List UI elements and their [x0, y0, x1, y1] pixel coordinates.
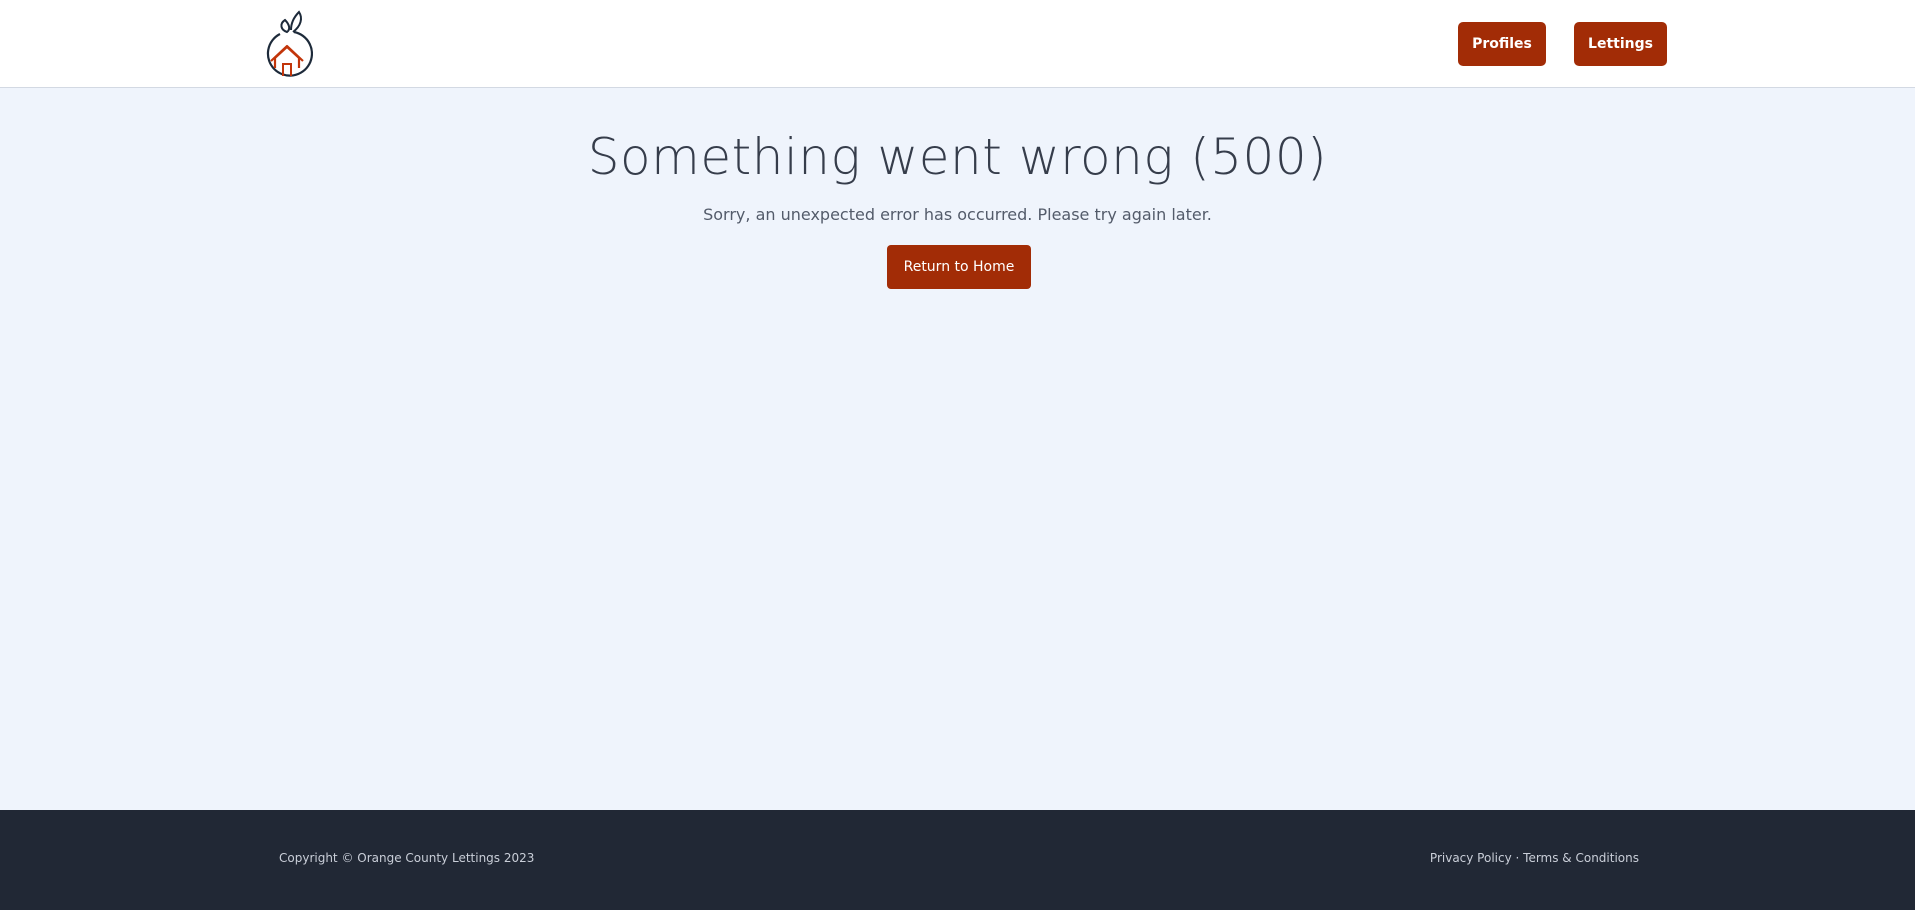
main-content: Something went wrong (500) Sorry, an une… [0, 88, 1915, 810]
footer-link-separator: · [1511, 851, 1524, 865]
profiles-nav-button[interactable]: Profiles [1458, 22, 1546, 66]
error-title: Something went wrong (500) [587, 128, 1328, 186]
site-footer: Copyright © Orange County Lettings 2023 … [0, 810, 1915, 910]
copyright-text: Copyright © Orange County Lettings 2023 [279, 851, 535, 865]
footer-links: Privacy Policy · Terms & Conditions [1430, 851, 1639, 865]
home-logo-link[interactable] [261, 10, 314, 78]
error-message: Sorry, an unexpected error has occurred.… [703, 205, 1212, 224]
site-header: Profiles Lettings [0, 0, 1915, 88]
privacy-policy-link[interactable]: Privacy Policy [1430, 851, 1512, 865]
lettings-nav-button[interactable]: Lettings [1574, 22, 1667, 66]
orange-house-logo-icon [266, 10, 314, 77]
terms-conditions-link[interactable]: Terms & Conditions [1523, 851, 1639, 865]
return-home-button[interactable]: Return to Home [887, 245, 1031, 289]
